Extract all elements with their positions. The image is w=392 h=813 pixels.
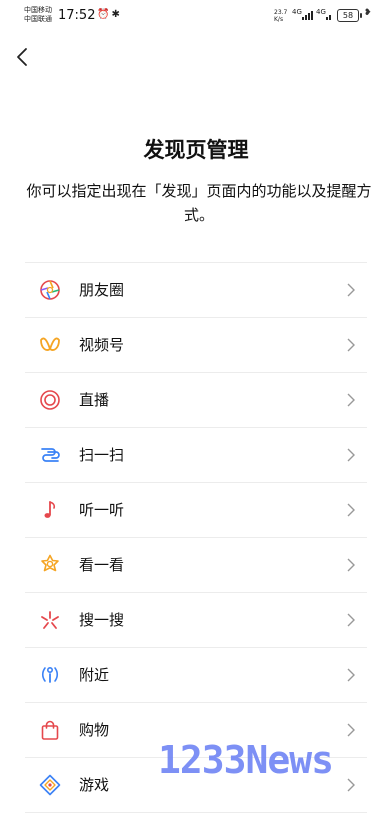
status-bar: 中国移动 中国联通 17:52 ⏰✱ 23.7 K/s 4G 4G 58 ❥ — [0, 0, 392, 34]
carrier-1: 中国移动 — [24, 6, 52, 14]
chevron-right-icon — [347, 448, 355, 462]
chevron-right-icon — [347, 283, 355, 297]
live-icon — [40, 390, 60, 410]
chevron-right-icon — [347, 613, 355, 627]
network-speed: 23.7 K/s — [274, 9, 287, 23]
carrier-info: 中国移动 中国联通 — [24, 6, 52, 24]
list-item-label: 搜一搜 — [79, 611, 125, 629]
list-item-moments[interactable]: 朋友圈 — [25, 263, 367, 318]
back-button[interactable] — [12, 44, 34, 70]
signal-bars-2-icon — [326, 10, 331, 20]
top-stories-icon — [41, 554, 59, 572]
page-title: 发现页管理 — [143, 138, 249, 162]
moments-icon — [40, 280, 60, 300]
discover-feature-list: 朋友圈 视频号 直播 扫一扫 听一听 看一看 搜一搜 附近 购物 游戏 — [25, 262, 367, 813]
list-item-search[interactable]: 搜一搜 — [25, 593, 367, 648]
chevron-left-icon — [17, 48, 27, 66]
chevron-right-icon — [347, 668, 355, 682]
page-description: 你可以指定出现在「发现」页面内的功能以及提醒方式。 — [26, 182, 372, 224]
list-item-live[interactable]: 直播 — [25, 373, 367, 428]
list-item-label: 看一看 — [79, 556, 125, 574]
music-note-icon — [44, 501, 56, 518]
speed-value: 23.7 — [274, 9, 288, 16]
list-item-label: 直播 — [79, 391, 110, 409]
game-icon — [39, 774, 61, 796]
list-item-label: 游戏 — [79, 776, 110, 794]
chevron-right-icon — [347, 723, 355, 737]
nearby-icon — [41, 666, 59, 683]
list-item-label: 购物 — [79, 721, 110, 739]
speed-unit: K/s — [274, 16, 284, 23]
status-time: 17:52 — [58, 8, 96, 23]
carrier-2: 中国联通 — [24, 15, 52, 23]
chevron-right-icon — [347, 503, 355, 517]
chevron-right-icon — [347, 558, 355, 572]
bluetooth-icon: ✱ — [111, 9, 122, 20]
signal-bars-1-icon — [302, 10, 313, 20]
chevron-right-icon — [347, 393, 355, 407]
list-item-label: 朋友圈 — [79, 281, 125, 299]
scan-icon — [41, 448, 60, 462]
watermark: 1233News — [158, 738, 334, 782]
list-item-label: 视频号 — [79, 336, 125, 354]
battery-icon: 58 — [337, 9, 362, 22]
status-icons: ⏰✱ — [97, 9, 122, 20]
network-type-2: 4G — [316, 8, 326, 16]
list-item-label: 听一听 — [79, 501, 125, 519]
shopping-bag-icon — [41, 720, 59, 740]
alarm-icon: ⏰ — [97, 9, 112, 20]
list-item-label: 附近 — [79, 666, 110, 684]
chevron-right-icon — [347, 338, 355, 352]
search-sparkle-icon — [41, 611, 59, 629]
charging-icon: ❥ — [364, 8, 372, 18]
list-item-scan[interactable]: 扫一扫 — [25, 428, 367, 483]
channels-icon — [40, 337, 60, 351]
network-type-1: 4G — [292, 8, 302, 16]
list-item-top-stories[interactable]: 看一看 — [25, 538, 367, 593]
list-item-label: 扫一扫 — [79, 446, 125, 464]
list-item-nearby[interactable]: 附近 — [25, 648, 367, 703]
list-item-listen[interactable]: 听一听 — [25, 483, 367, 538]
list-item-channels[interactable]: 视频号 — [25, 318, 367, 373]
